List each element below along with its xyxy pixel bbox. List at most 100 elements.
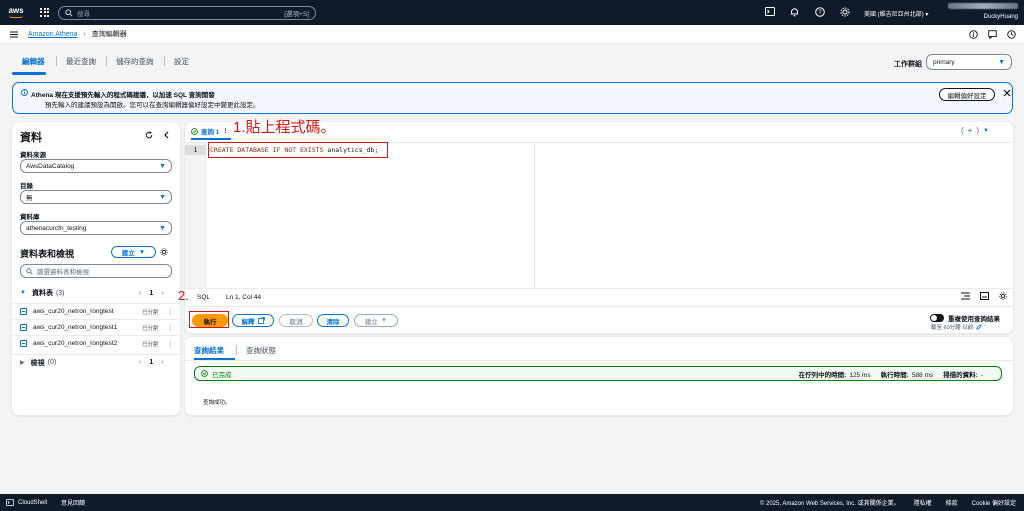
feedback-link[interactable]: 意見回饋 [61,498,85,507]
result-message: 查詢成功。 [203,400,231,406]
table-row[interactable]: aws_cur20_netron_rongtest2 已分割 ⋮ [12,335,180,351]
expand-table-icon[interactable] [20,324,27,331]
annotation-step-2: 2. [178,288,189,303]
create-table-button[interactable]: 建立 ▼ [111,246,156,258]
filter-placeholder: 篩選資料表和檢視 [37,269,89,276]
filter-tables-input[interactable]: 篩選資料表和檢視 [20,264,172,278]
services-grid-icon[interactable] [40,7,50,18]
tab-recent-queries[interactable]: 最近查詢 [66,56,96,67]
info-icon[interactable] [969,30,978,39]
active-tab-indicator [191,138,231,140]
tab-query-results[interactable]: 查詢結果 [194,345,224,356]
chevron-right-icon[interactable]: › [161,290,163,297]
create-button[interactable]: 建立 ▼ [354,314,398,327]
partitioned-badge: 已分割 [142,309,159,316]
chevron-right-icon[interactable]: › [161,359,163,366]
gear-icon[interactable] [839,6,850,17]
user-name: DuckyHuang [983,14,1018,20]
gear-icon[interactable] [999,292,1007,300]
line-number: 1 [185,145,206,155]
banner-title: Athena 現在支援預先輸入的程式碼建議，以加速 SQL 查詢開發 [31,92,215,99]
tab-settings[interactable]: 設定 [174,56,189,67]
more-options-icon[interactable]: ⋮ [167,308,174,316]
divider [185,360,1013,361]
info-icon [21,89,28,96]
terms-link[interactable]: 條款 [946,498,958,507]
more-options-icon[interactable]: ⋮ [167,324,174,332]
breadcrumb-service-link[interactable]: Amazon Athena [28,31,77,38]
redacted-account-id [948,3,1018,9]
tab-query-status[interactable]: 查詢狀態 [246,345,276,356]
table-row[interactable]: aws_cur20_netron_rongtest1 已分割 ⋮ [12,319,180,335]
clear-button[interactable]: 清除 [317,314,349,327]
cloudshell-button[interactable]: CloudShell [6,499,47,506]
check-circle-icon [201,370,208,377]
expand-table-icon[interactable] [20,308,27,315]
views-section-header[interactable]: ▶ 檢視 (0) ‹ 1 › [12,354,180,370]
panel-title: 資料 [20,132,42,144]
status-text: 已完成 [212,371,232,379]
explain-button[interactable]: 解釋 [232,314,274,327]
table-row[interactable]: aws_cur20_netron_rongtest 已分割 ⋮ [12,303,180,319]
database-select[interactable]: athenacurcfn_testing ▼ [20,221,172,235]
feedback-icon[interactable] [988,30,997,39]
toggle-switch[interactable] [930,314,944,322]
data-panel: 資料 資料來源 AwsDataCatalog ▼ 目錄 無 ▼ 資料庫 athena… [12,122,180,415]
tab-query-1[interactable]: 查詢 1 ⋮ [191,126,229,136]
expand-table-icon[interactable] [20,340,27,347]
cloudshell-icon[interactable] [764,6,775,17]
tab-saved-queries[interactable]: 儲存的查詢 [116,56,154,67]
breadcrumb-bar: Amazon Athena › 查詢編輯器 [0,25,1024,44]
caret-right-icon: ▶ [20,360,25,366]
collapse-panel-icon[interactable] [163,131,170,139]
print-margin [534,143,535,288]
add-query-tab-button[interactable]: (+) ▼ [961,126,989,135]
query-actions: 執行 解釋 取消 清除 建立 ▼ 重複使用查詢結果 截至 60分鐘 以前 [185,306,1013,333]
bell-icon[interactable] [789,6,800,17]
tab-editor[interactable]: 編輯器 [22,56,45,67]
pencil-icon[interactable] [976,324,982,330]
more-options-icon[interactable]: ⋮ [222,127,229,135]
edit-preferences-button[interactable]: 編輯偏好設定 [939,88,995,101]
search-placeholder: 搜尋 [77,10,90,18]
queue-time-value: 125 ms [849,371,871,379]
reuse-results-toggle[interactable]: 重複使用查詢結果 [930,313,1000,323]
chevron-left-icon[interactable]: ‹ [139,290,141,297]
cancel-button[interactable]: 取消 [279,314,313,327]
close-icon[interactable] [1003,89,1011,97]
keyboard-shortcuts-icon[interactable] [980,292,989,300]
hamburger-menu-icon[interactable] [10,31,18,38]
cookie-preferences-link[interactable]: Cookie 偏好設定 [972,498,1016,507]
editor-tabs: 編輯器 最近查詢 儲存的查詢 設定 工作群組 primary ▼ [0,44,1024,78]
gear-icon[interactable] [160,248,168,256]
region-selector[interactable]: 美國 (維吉尼亞州北部) ▾ [864,9,928,18]
aws-logo[interactable]: aws [6,6,26,20]
history-icon[interactable] [1007,30,1016,39]
tab-divider [56,56,57,66]
search-icon [65,8,73,17]
external-link-icon [257,317,265,324]
help-icon[interactable]: ? [814,6,825,17]
workgroup-select[interactable]: primary ▼ [926,54,1012,70]
format-query-icon[interactable] [961,292,970,300]
check-circle-icon [191,127,198,135]
caret-down-icon: ▼ [380,317,388,324]
more-options-icon[interactable]: ⋮ [167,340,174,348]
caret-down-icon: ▼ [159,224,166,232]
query-metrics: 在佇列中的時間: 125 ms 執行時間: 588 ms 掃描的資料: - [799,369,983,379]
privacy-link[interactable]: 隱私權 [914,498,932,507]
data-scanned-value: - [980,371,983,379]
annotation-highlight-box [208,142,388,158]
chevron-left-icon[interactable]: ‹ [139,359,141,366]
refresh-icon[interactable] [145,131,153,139]
tables-count: (3) [55,289,65,297]
caret-down-icon: ▼ [159,193,166,201]
global-search-input[interactable]: 搜尋 [選項+S] [58,5,316,20]
catalog-select[interactable]: 無 ▼ [20,190,172,204]
views-pagination: ‹ 1 › [139,359,164,366]
tables-section-header[interactable]: ▼ 資料表 (3) ‹ 1 › [12,285,180,301]
datasource-select[interactable]: AwsDataCatalog ▼ [20,159,172,173]
search-icon [26,267,33,275]
account-menu[interactable]: DuckyHuang [940,3,1018,20]
table-name: aws_cur20_netron_rongtest [33,308,114,315]
